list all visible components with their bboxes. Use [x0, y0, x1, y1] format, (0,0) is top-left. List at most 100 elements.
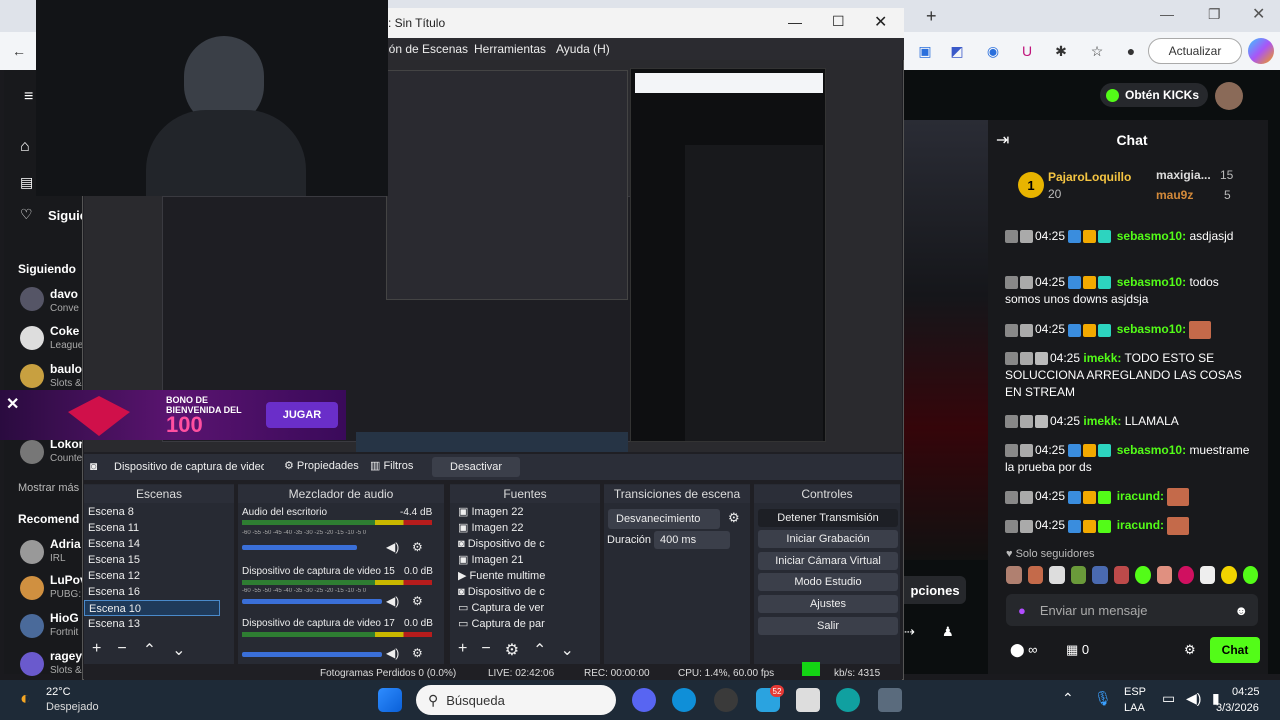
taskbar-search[interactable]: ⚲ Búsqueda — [416, 685, 616, 715]
menu-tools[interactable]: Herramientas — [474, 42, 546, 56]
emote-icon[interactable] — [1070, 566, 1086, 584]
maximize-icon[interactable]: ☐ — [832, 13, 845, 30]
options-button[interactable]: pciones — [904, 576, 966, 604]
language-code[interactable]: ESP — [1124, 686, 1146, 698]
edge-icon[interactable] — [672, 688, 696, 712]
avatar[interactable] — [1215, 82, 1243, 110]
chevron-up-icon[interactable]: ⌃ — [1062, 690, 1074, 707]
scene-item[interactable]: Escena 16 — [84, 584, 220, 600]
trash-icon[interactable] — [1005, 323, 1018, 337]
gear-icon[interactable]: ⚙ — [1184, 642, 1196, 658]
message-user[interactable]: iracund: — [1117, 489, 1164, 503]
list-item[interactable] — [20, 326, 44, 350]
gift-indicator[interactable]: ▦ 0 — [1066, 642, 1089, 658]
message-user[interactable]: imekk: — [1083, 414, 1121, 428]
extension-icon[interactable]: ◩ — [944, 38, 970, 64]
hourglass-icon[interactable] — [1020, 276, 1033, 290]
trash-icon[interactable] — [1005, 276, 1018, 290]
up-icon[interactable]: ⌃ — [143, 640, 156, 660]
gear-icon[interactable]: ⚙ — [728, 510, 740, 526]
filters-button[interactable]: ▥ Filtros — [370, 459, 413, 472]
scene-item-selected[interactable]: Escena 10 — [84, 600, 220, 616]
exit-button[interactable]: Salir — [758, 617, 898, 635]
up-icon[interactable]: ⌃ — [533, 640, 546, 660]
clock-time[interactable]: 04:25 — [1232, 686, 1260, 698]
message-user[interactable]: sebasmo10: — [1117, 275, 1186, 289]
gear-icon[interactable]: ⚙ — [412, 646, 423, 660]
restore-icon[interactable]: ❐ — [1208, 6, 1221, 23]
emote-icon[interactable] — [1221, 566, 1237, 584]
emote-icon[interactable] — [1049, 566, 1065, 584]
weather-icon[interactable]: ◐ — [20, 688, 31, 709]
browse-icon[interactable]: ▤ — [20, 174, 33, 191]
menu-icon[interactable]: ≡ — [24, 88, 33, 106]
emote-icon[interactable] — [1135, 566, 1151, 584]
remove-icon[interactable]: − — [117, 640, 126, 660]
language-layout[interactable]: LAA — [1124, 702, 1145, 714]
send-chat-button[interactable]: Chat — [1210, 637, 1260, 663]
down-icon[interactable]: ⌄ — [560, 640, 573, 660]
start-icon[interactable] — [378, 688, 402, 712]
message-user[interactable]: sebasmo10: — [1117, 322, 1186, 336]
heart-icon[interactable]: ♡ — [20, 206, 33, 223]
trash-icon[interactable] — [1005, 444, 1018, 458]
top-supporter-name[interactable]: mau9z — [1156, 188, 1193, 202]
microphone-icon[interactable]: 🎙 — [1094, 690, 1112, 707]
show-more-link[interactable]: Mostrar más — [18, 482, 79, 494]
chat-input[interactable]: ● Enviar un mensaje ☻ — [1006, 594, 1258, 626]
home-icon[interactable]: ⌂ — [20, 138, 30, 156]
speaker-icon[interactable]: ◀) — [386, 646, 399, 660]
clock-date[interactable]: 3/3/2026 — [1216, 702, 1259, 714]
list-item[interactable] — [20, 364, 44, 388]
settings-button[interactable]: Ajustes — [758, 595, 898, 613]
collapse-chat-icon[interactable]: ⇥ — [996, 130, 1009, 150]
duration-field[interactable]: 400 ms — [654, 531, 730, 549]
list-item[interactable] — [20, 652, 44, 676]
source-item[interactable]: ◙ Dispositivo de c — [454, 536, 590, 552]
trash-icon[interactable] — [1005, 490, 1018, 504]
message-user[interactable]: imekk: — [1083, 351, 1121, 365]
puzzle-icon[interactable]: ✱ — [1048, 38, 1074, 64]
share-icon[interactable]: ⇢ — [904, 624, 915, 640]
down-icon[interactable]: ⌄ — [172, 640, 185, 660]
close-icon[interactable]: ✕ — [1252, 4, 1265, 24]
volume-slider[interactable] — [242, 599, 382, 604]
new-tab-icon[interactable]: + — [926, 6, 937, 27]
top-supporter-name[interactable]: PajaroLoquillo — [1048, 170, 1131, 184]
list-item[interactable] — [20, 540, 44, 564]
source-item[interactable]: ◙ Dispositivo de c — [454, 584, 590, 600]
source-item[interactable]: ▣ Imagen 22 — [454, 504, 590, 520]
points-indicator[interactable]: ⬤ ∞ — [1010, 642, 1037, 658]
list-item[interactable] — [20, 287, 44, 311]
emote-icon[interactable] — [1113, 566, 1129, 584]
deactivate-button[interactable]: Desactivar — [432, 457, 520, 477]
speaker-icon[interactable]: ◀) — [386, 540, 399, 554]
scene-item[interactable]: Escena 14 — [84, 536, 220, 552]
message-user[interactable]: sebasmo10: — [1117, 229, 1186, 243]
scene-item[interactable]: Escena 12 — [84, 568, 220, 584]
hourglass-icon[interactable] — [1020, 490, 1033, 504]
close-icon[interactable]: ✕ — [874, 12, 887, 32]
source-item[interactable]: ▭ Captura de ver — [454, 600, 590, 616]
microphone-icon[interactable]: ● — [1018, 603, 1026, 618]
scene-item[interactable]: Escena 15 — [84, 552, 220, 568]
source-item[interactable]: ▭ Captura de par — [454, 616, 590, 632]
hourglass-icon[interactable] — [1020, 230, 1033, 244]
copilot-icon[interactable] — [1248, 38, 1274, 64]
volume-slider[interactable] — [242, 545, 357, 550]
start-virtual-camera-button[interactable]: Iniciar Cámara Virtual — [758, 552, 898, 570]
studio-mode-button[interactable]: Modo Estudio — [758, 573, 898, 591]
add-icon[interactable]: + — [92, 640, 101, 660]
volume-slider[interactable] — [242, 652, 382, 657]
message-user[interactable]: sebasmo10: — [1117, 443, 1186, 457]
minimize-icon[interactable]: — — [1160, 6, 1174, 22]
add-icon[interactable]: + — [458, 640, 467, 660]
back-icon[interactable]: ← — [6, 38, 32, 64]
hourglass-icon[interactable] — [1020, 352, 1033, 366]
trash-icon[interactable] — [1005, 519, 1018, 533]
transition-select[interactable]: Desvanecimiento — [608, 509, 720, 529]
emote-icon[interactable] — [1027, 566, 1043, 584]
add-user-icon[interactable]: ♟ — [942, 624, 954, 640]
list-item[interactable] — [20, 576, 44, 600]
scene-item[interactable]: Escena 11 — [84, 520, 220, 536]
